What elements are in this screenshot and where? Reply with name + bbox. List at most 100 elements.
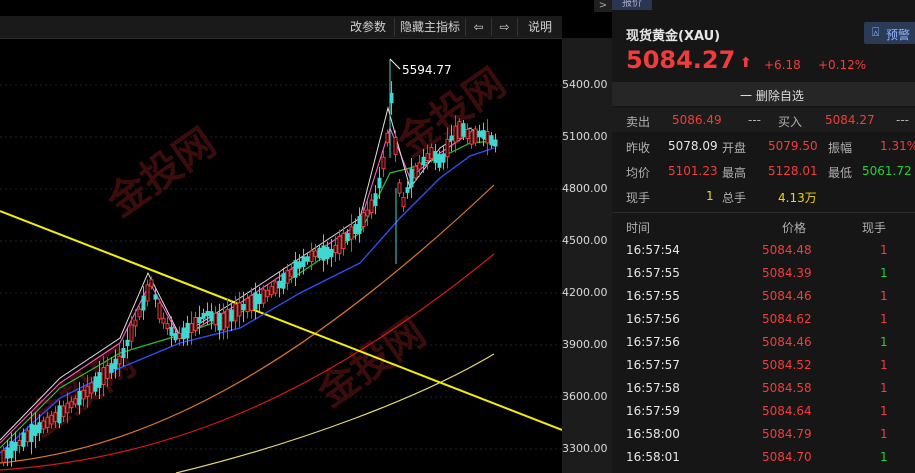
- expand-button[interactable]: >: [594, 0, 612, 12]
- trade-time: 16:57:55: [626, 266, 680, 280]
- candle-body: [421, 156, 426, 166]
- candle-body: [169, 326, 174, 336]
- last-price: 5084.27: [626, 46, 736, 74]
- candle-body: [65, 402, 70, 414]
- trade-row: 16:57:57 5084.52 1: [612, 354, 915, 377]
- candle-body: [149, 279, 154, 287]
- buy-value: 5084.27: [825, 113, 875, 127]
- low-label: 最低: [828, 166, 853, 180]
- candle-body: [73, 398, 78, 405]
- candle-body: [249, 295, 254, 311]
- trade-row: 16:57:55 5084.39 1: [612, 262, 915, 285]
- candle-body: [481, 130, 486, 139]
- candle-body: [269, 285, 274, 296]
- candle-body: [373, 193, 378, 207]
- chart-pane[interactable]: > 改参数 隐藏主指标 ⇦ ⇨ 说明 金投网 金投网 金投网 金投网 5594.…: [0, 0, 612, 473]
- tab-quote[interactable]: 报价: [612, 0, 652, 10]
- candle-body: [141, 295, 146, 311]
- y-tick: 4200.00: [562, 286, 608, 299]
- trade-volume: 1: [880, 381, 888, 395]
- trade-price: 5084.79: [762, 427, 812, 441]
- candle-body: [161, 317, 166, 324]
- y-axis: [562, 38, 612, 473]
- candle-body: [105, 365, 110, 379]
- bid-ask-row: 卖出 5086.49 --- 买入 5084.27 ---: [612, 108, 915, 132]
- prev-arrow-icon[interactable]: ⇦: [465, 18, 491, 36]
- candle-body: [61, 405, 66, 418]
- stats-row-1: 昨收 5078.09 开盘 5079.50 振幅 1.31%: [612, 135, 915, 159]
- candle-body: [241, 303, 246, 311]
- trade-price: 5084.64: [762, 404, 812, 418]
- candle-body: [273, 281, 278, 294]
- candle-body: [297, 261, 302, 269]
- bell-icon: ⍓: [872, 25, 880, 39]
- candle-body: [129, 324, 134, 342]
- hide-indicator-button[interactable]: 隐藏主指标: [394, 18, 465, 36]
- top-strip: [0, 0, 612, 16]
- candle-body: [209, 311, 214, 322]
- candle-body: [93, 376, 98, 392]
- candle-body: [493, 139, 498, 147]
- trade-row: 16:57:54 5084.48 1: [612, 239, 915, 262]
- candlestick-chart[interactable]: 金投网 金投网 金投网 金投网 5594.77: [0, 38, 562, 473]
- candle-body: [437, 154, 442, 168]
- y-tick: 3600.00: [562, 390, 608, 403]
- candle-body: [441, 153, 446, 163]
- candle-body: [417, 162, 422, 170]
- candle-body: [377, 177, 382, 189]
- amplitude-value: 1.31%: [880, 139, 915, 153]
- total-vol-label: 总手: [722, 191, 747, 205]
- params-button[interactable]: 改参数: [343, 18, 393, 36]
- candle-body: [89, 382, 94, 394]
- candle-body: [53, 412, 58, 422]
- trade-volume: 1: [880, 312, 888, 326]
- buy-label: 买入: [778, 115, 803, 129]
- y-tick: 5400.00: [562, 78, 608, 91]
- y-tick: 3300.00: [562, 442, 608, 455]
- candle-body: [85, 385, 90, 397]
- peak-marker-line: [389, 58, 401, 70]
- trade-price: 5084.62: [762, 312, 812, 326]
- trade-volume: 1: [880, 243, 888, 257]
- candle-body: [277, 280, 282, 289]
- cur-vol-label: 现手: [626, 191, 651, 205]
- alert-label: 预警: [886, 28, 911, 42]
- candle-body: [469, 131, 474, 145]
- candle-body: [329, 248, 334, 258]
- candle-body: [461, 123, 466, 137]
- svg-text:金投网: 金投网: [309, 310, 435, 417]
- candle-body: [385, 132, 390, 144]
- next-arrow-icon[interactable]: ⇨: [491, 18, 517, 36]
- candle-body: [433, 151, 438, 163]
- candle-body: [69, 401, 74, 409]
- candle-body: [345, 233, 350, 241]
- avg-label: 均价: [626, 166, 651, 180]
- trade-price: 5084.58: [762, 381, 812, 395]
- trade-row: 16:58:00 5084.79 1: [612, 423, 915, 446]
- trade-time: 16:58:01: [626, 450, 680, 464]
- candle-body: [181, 327, 186, 340]
- sell-volume: ---: [748, 113, 761, 127]
- candle-body: [109, 363, 114, 373]
- ma-line-red: [0, 253, 495, 471]
- candle-body: [365, 209, 370, 217]
- trade-time: 16:58:00: [626, 427, 680, 441]
- candle-body: [325, 246, 330, 260]
- trade-price: 5084.46: [762, 335, 812, 349]
- trade-volume: 1: [880, 335, 888, 349]
- high-label: 最高: [722, 166, 747, 180]
- price-change-pct: +0.12%: [818, 58, 867, 72]
- candle-body: [473, 128, 478, 144]
- alert-button[interactable]: ⍓ 预警: [864, 22, 915, 44]
- help-button[interactable]: 说明: [517, 18, 562, 36]
- trade-time: 16:57:55: [626, 289, 680, 303]
- candle-body: [153, 294, 158, 300]
- y-tick: 4500.00: [562, 234, 608, 247]
- candle-body: [313, 250, 318, 257]
- trade-row: 16:57:56 5084.62 1: [612, 308, 915, 331]
- trade-time: 16:57:56: [626, 312, 680, 326]
- trade-time: 16:57:58: [626, 381, 680, 395]
- candle-body: [309, 250, 314, 263]
- candle-body: [117, 355, 122, 365]
- remove-watch-button[interactable]: 一 删除自选: [612, 82, 915, 106]
